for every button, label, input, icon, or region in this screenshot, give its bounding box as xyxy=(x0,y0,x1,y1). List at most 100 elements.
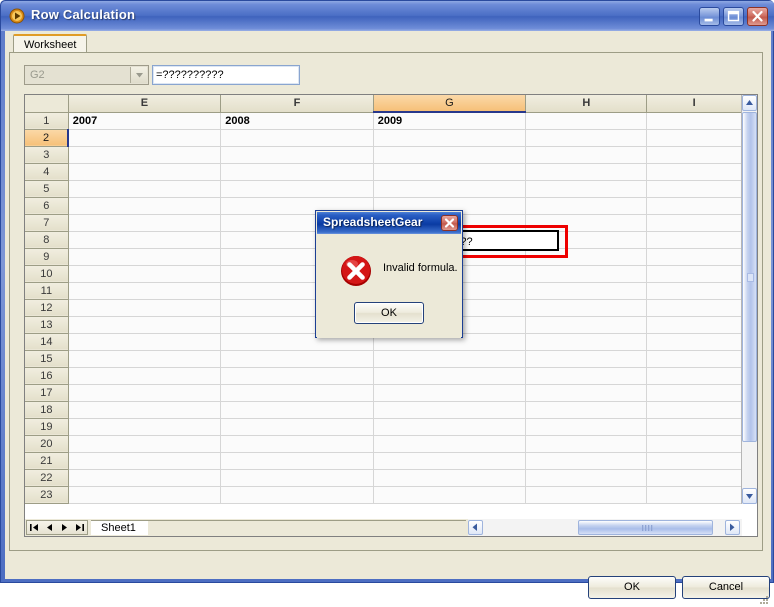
cell-E10[interactable] xyxy=(68,265,222,283)
cell-G21[interactable] xyxy=(373,452,527,470)
cell-I13[interactable] xyxy=(646,316,742,334)
cell-I16[interactable] xyxy=(646,367,742,385)
message-box-close-button[interactable] xyxy=(441,215,458,231)
row-header-10[interactable]: 10 xyxy=(25,265,69,283)
chevron-down-icon[interactable] xyxy=(130,67,147,83)
ok-button[interactable]: OK xyxy=(588,576,676,599)
cell-G20[interactable] xyxy=(373,435,527,453)
row-header-13[interactable]: 13 xyxy=(25,316,69,334)
cell-I20[interactable] xyxy=(646,435,742,453)
cell-E5[interactable] xyxy=(68,180,222,198)
cell-H5[interactable] xyxy=(525,180,648,198)
row-header-12[interactable]: 12 xyxy=(25,299,69,317)
cell-F21[interactable] xyxy=(220,452,374,470)
cell-H19[interactable] xyxy=(525,418,648,436)
cell-E14[interactable] xyxy=(68,333,222,351)
row-header-21[interactable]: 21 xyxy=(25,452,69,470)
row-header-20[interactable]: 20 xyxy=(25,435,69,453)
cell-H23[interactable] xyxy=(525,486,648,504)
cell-I5[interactable] xyxy=(646,180,742,198)
scroll-right-button[interactable] xyxy=(725,520,740,535)
message-box-title-bar[interactable]: SpreadsheetGear xyxy=(317,212,461,234)
name-box[interactable]: G2 xyxy=(24,65,149,85)
cell-I15[interactable] xyxy=(646,350,742,368)
cell-I4[interactable] xyxy=(646,163,742,181)
cell-E20[interactable] xyxy=(68,435,222,453)
column-header-G[interactable]: G xyxy=(373,95,527,113)
cell-H16[interactable] xyxy=(525,367,648,385)
row-header-5[interactable]: 5 xyxy=(25,180,69,198)
row-header-3[interactable]: 3 xyxy=(25,146,69,164)
cell-H4[interactable] xyxy=(525,163,648,181)
cell-H18[interactable] xyxy=(525,401,648,419)
row-header-8[interactable]: 8 xyxy=(25,231,69,249)
cell-H12[interactable] xyxy=(525,299,648,317)
cell-G16[interactable] xyxy=(373,367,527,385)
row-header-2[interactable]: 2 xyxy=(25,129,70,147)
cell-E17[interactable] xyxy=(68,384,222,402)
cell-E13[interactable] xyxy=(68,316,222,334)
cell-I21[interactable] xyxy=(646,452,742,470)
next-sheet-icon[interactable] xyxy=(58,521,71,534)
cell-H2[interactable] xyxy=(525,129,648,147)
row-header-4[interactable]: 4 xyxy=(25,163,69,181)
cell-I14[interactable] xyxy=(646,333,742,351)
cell-E23[interactable] xyxy=(68,486,222,504)
cell-G2[interactable] xyxy=(373,129,527,147)
cell-E15[interactable] xyxy=(68,350,222,368)
cell-I2[interactable] xyxy=(646,129,742,147)
cell-E19[interactable] xyxy=(68,418,222,436)
cell-I11[interactable] xyxy=(646,282,742,300)
cell-F5[interactable] xyxy=(220,180,374,198)
cell-H17[interactable] xyxy=(525,384,648,402)
cell-I8[interactable] xyxy=(646,231,742,249)
cell-G17[interactable] xyxy=(373,384,527,402)
cell-E18[interactable] xyxy=(68,401,222,419)
cell-F1[interactable]: 2008 xyxy=(220,112,374,130)
row-header-17[interactable]: 17 xyxy=(25,384,69,402)
cell-H14[interactable] xyxy=(525,333,648,351)
cell-F16[interactable] xyxy=(220,367,374,385)
cell-E6[interactable] xyxy=(68,197,222,215)
row-header-16[interactable]: 16 xyxy=(25,367,69,385)
cell-H3[interactable] xyxy=(525,146,648,164)
row-header-23[interactable]: 23 xyxy=(25,486,69,504)
cell-F22[interactable] xyxy=(220,469,374,487)
cell-E4[interactable] xyxy=(68,163,222,181)
cell-G4[interactable] xyxy=(373,163,527,181)
cell-H10[interactable] xyxy=(525,265,648,283)
cell-H11[interactable] xyxy=(525,282,648,300)
cell-H1[interactable] xyxy=(525,112,648,130)
cell-G18[interactable] xyxy=(373,401,527,419)
cell-E22[interactable] xyxy=(68,469,222,487)
cell-F2[interactable] xyxy=(220,129,374,147)
cell-F18[interactable] xyxy=(220,401,374,419)
cell-F17[interactable] xyxy=(220,384,374,402)
cell-I22[interactable] xyxy=(646,469,742,487)
vertical-scrollbar-thumb[interactable] xyxy=(742,112,757,442)
scroll-up-button[interactable] xyxy=(742,95,757,111)
column-header-F[interactable]: F xyxy=(220,95,374,113)
cell-F20[interactable] xyxy=(220,435,374,453)
cell-G22[interactable] xyxy=(373,469,527,487)
window-title-bar[interactable]: Row Calculation xyxy=(1,1,774,31)
sheet-tab-nav[interactable] xyxy=(26,520,88,535)
cell-G15[interactable] xyxy=(373,350,527,368)
prev-sheet-icon[interactable] xyxy=(43,521,56,534)
cell-H22[interactable] xyxy=(525,469,648,487)
cell-E16[interactable] xyxy=(68,367,222,385)
select-all-corner[interactable] xyxy=(25,95,69,113)
cell-G3[interactable] xyxy=(373,146,527,164)
cell-F23[interactable] xyxy=(220,486,374,504)
last-sheet-icon[interactable] xyxy=(73,521,86,534)
cell-F19[interactable] xyxy=(220,418,374,436)
cell-F3[interactable] xyxy=(220,146,374,164)
maximize-button[interactable] xyxy=(723,7,744,26)
formula-input[interactable]: =?????????? xyxy=(152,65,300,85)
cell-H20[interactable] xyxy=(525,435,648,453)
sheet-tab-Sheet1[interactable]: Sheet1 xyxy=(91,520,148,535)
cell-E21[interactable] xyxy=(68,452,222,470)
cell-G1[interactable]: 2009 xyxy=(373,112,527,130)
cell-I12[interactable] xyxy=(646,299,742,317)
first-sheet-icon[interactable] xyxy=(28,521,41,534)
